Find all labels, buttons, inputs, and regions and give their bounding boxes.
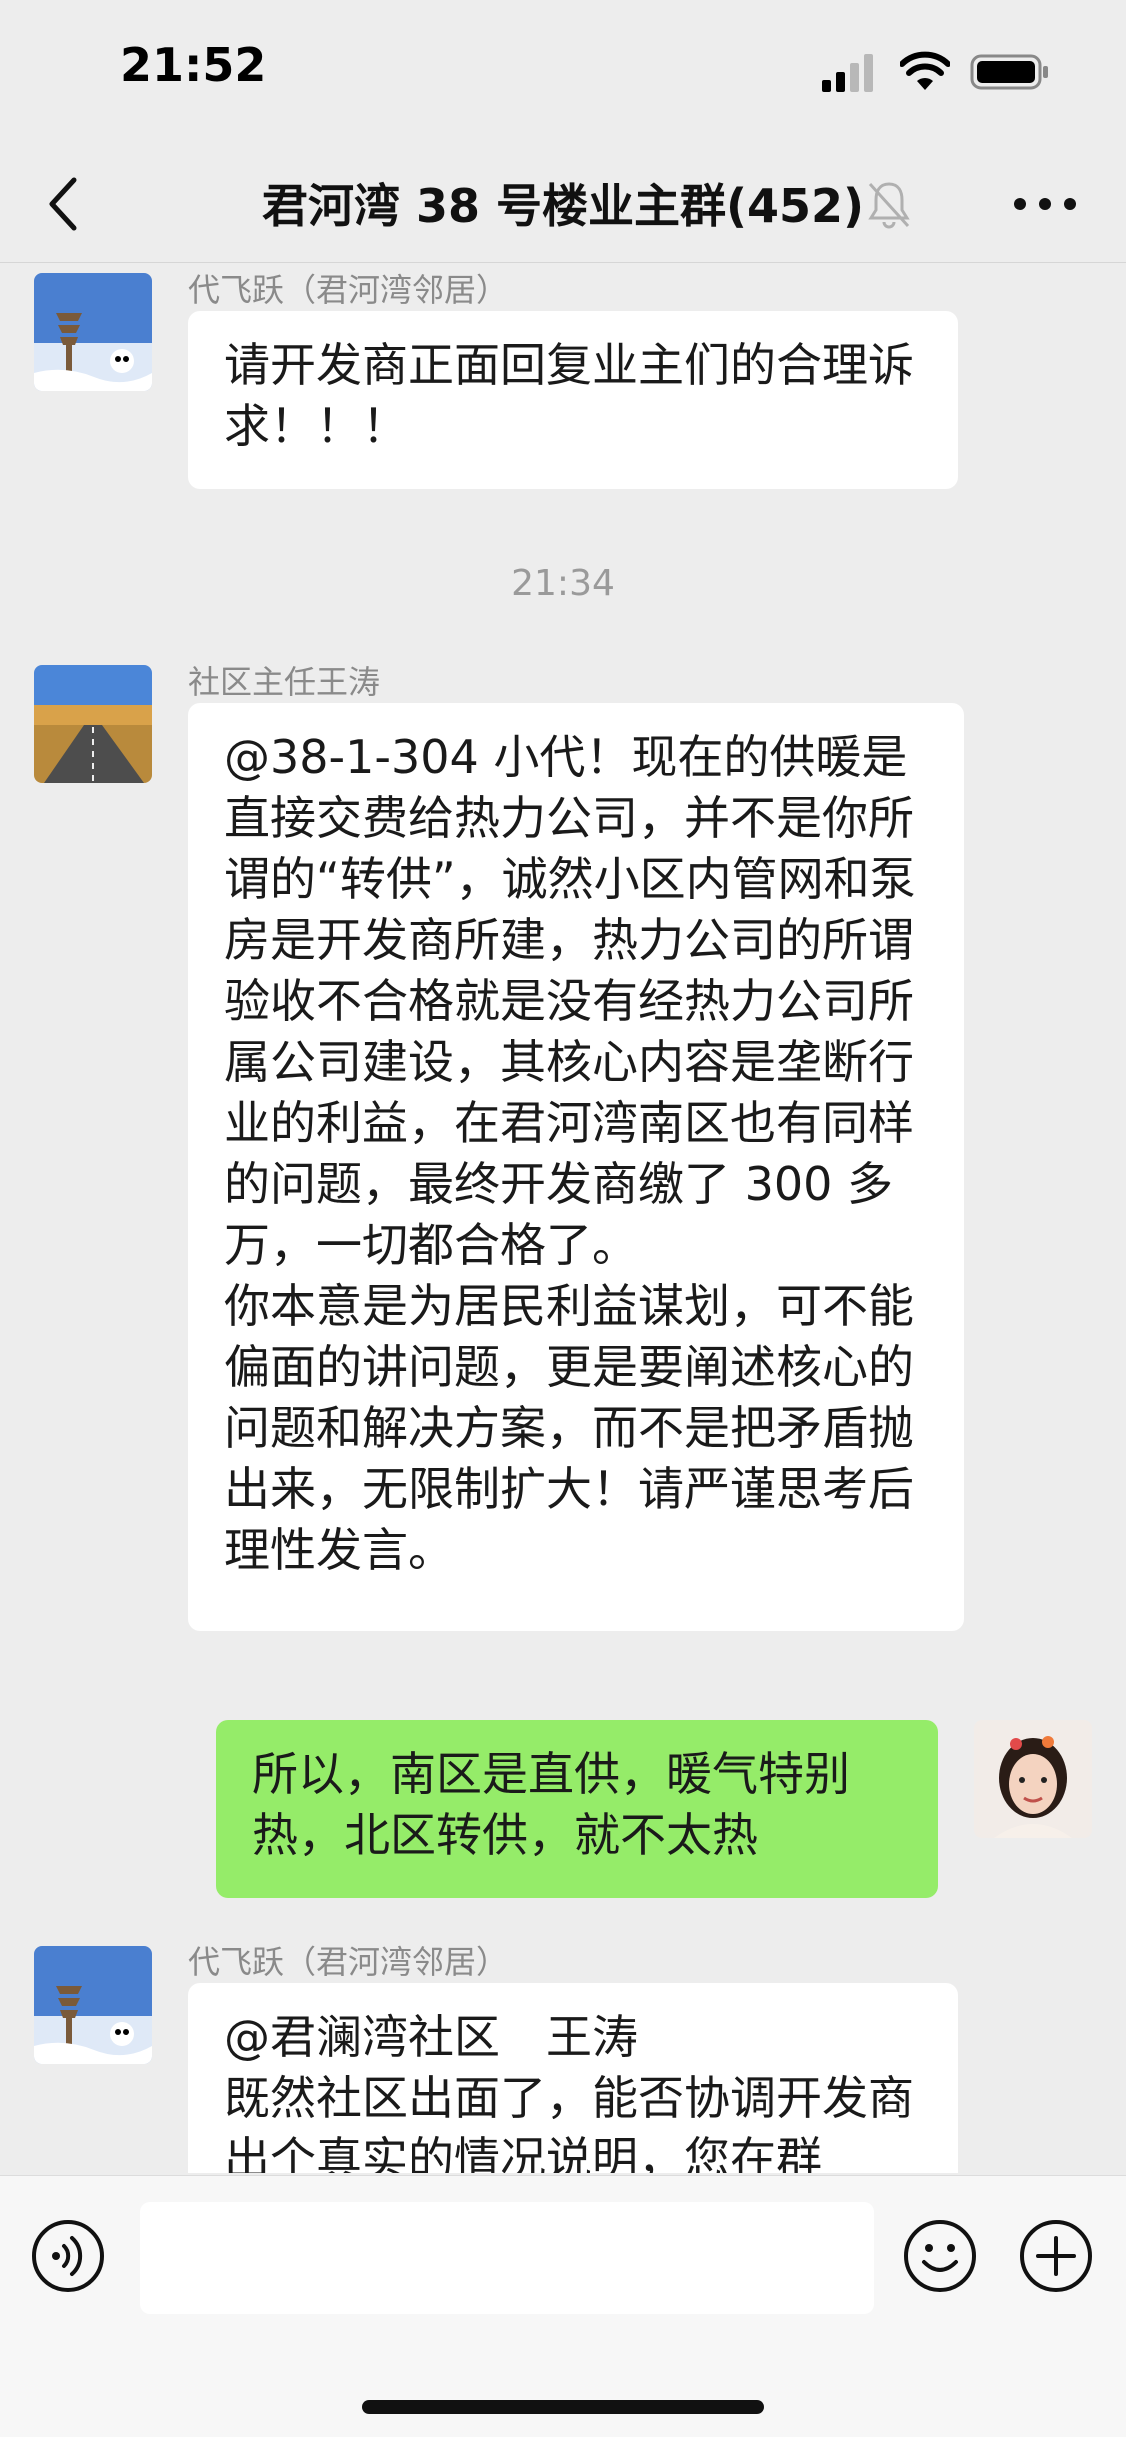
status-bar: 21:52 [0,0,1126,150]
pagoda-avatar-image [34,273,152,391]
status-time: 21:52 [120,38,267,92]
my-message-bubble[interactable]: 所以，南区是直供，暖气特别热，北区转供，就不太热 [216,1720,938,1898]
voice-input-icon[interactable] [30,2218,106,2294]
road-avatar-image [34,665,152,783]
time-separator: 21:34 [511,563,615,604]
message-input[interactable] [140,2202,874,2314]
my-avatar[interactable] [974,1720,1092,1838]
message-bubble[interactable]: @38-1-304 小代！现在的供暖是直接交费给热力公司，并不是你所谓的“转供”… [188,703,964,1631]
signal-icon [822,54,873,92]
input-bar [0,2175,1126,2437]
avatar[interactable] [34,1946,152,2064]
battery-icon [970,54,1048,90]
pagoda-avatar-image [34,1946,152,2064]
avatar[interactable] [34,665,152,783]
plus-icon[interactable] [1018,2218,1094,2294]
sender-name: 社区主任王涛 [188,663,381,701]
chat-header: 君河湾 38 号楼业主群(452) [0,150,1126,263]
sender-name: 代飞跃（君河湾邻居） [188,271,509,309]
message-bubble[interactable]: @君澜湾社区 王涛 既然社区出面了，能否协调开发商出个真实的情况说明，您在群 [188,1983,958,2173]
home-indicator[interactable] [362,2400,764,2414]
message-bubble[interactable]: 请开发商正面回复业主们的合理诉求！！！ [188,311,958,489]
chat-title: 君河湾 38 号楼业主群(452) [261,179,865,233]
mute-bell-icon [868,182,910,229]
girl-avatar-image [974,1720,1092,1838]
emoji-icon[interactable] [902,2218,978,2294]
chat-area[interactable]: 代飞跃（君河湾邻居） 请开发商正面回复业主们的合理诉求！！！ 21:34 社区主… [0,263,1126,2173]
avatar[interactable] [34,273,152,391]
sender-name: 代飞跃（君河湾邻居） [188,1943,509,1981]
more-options-icon[interactable] [1010,192,1080,216]
wifi-icon [900,51,950,90]
